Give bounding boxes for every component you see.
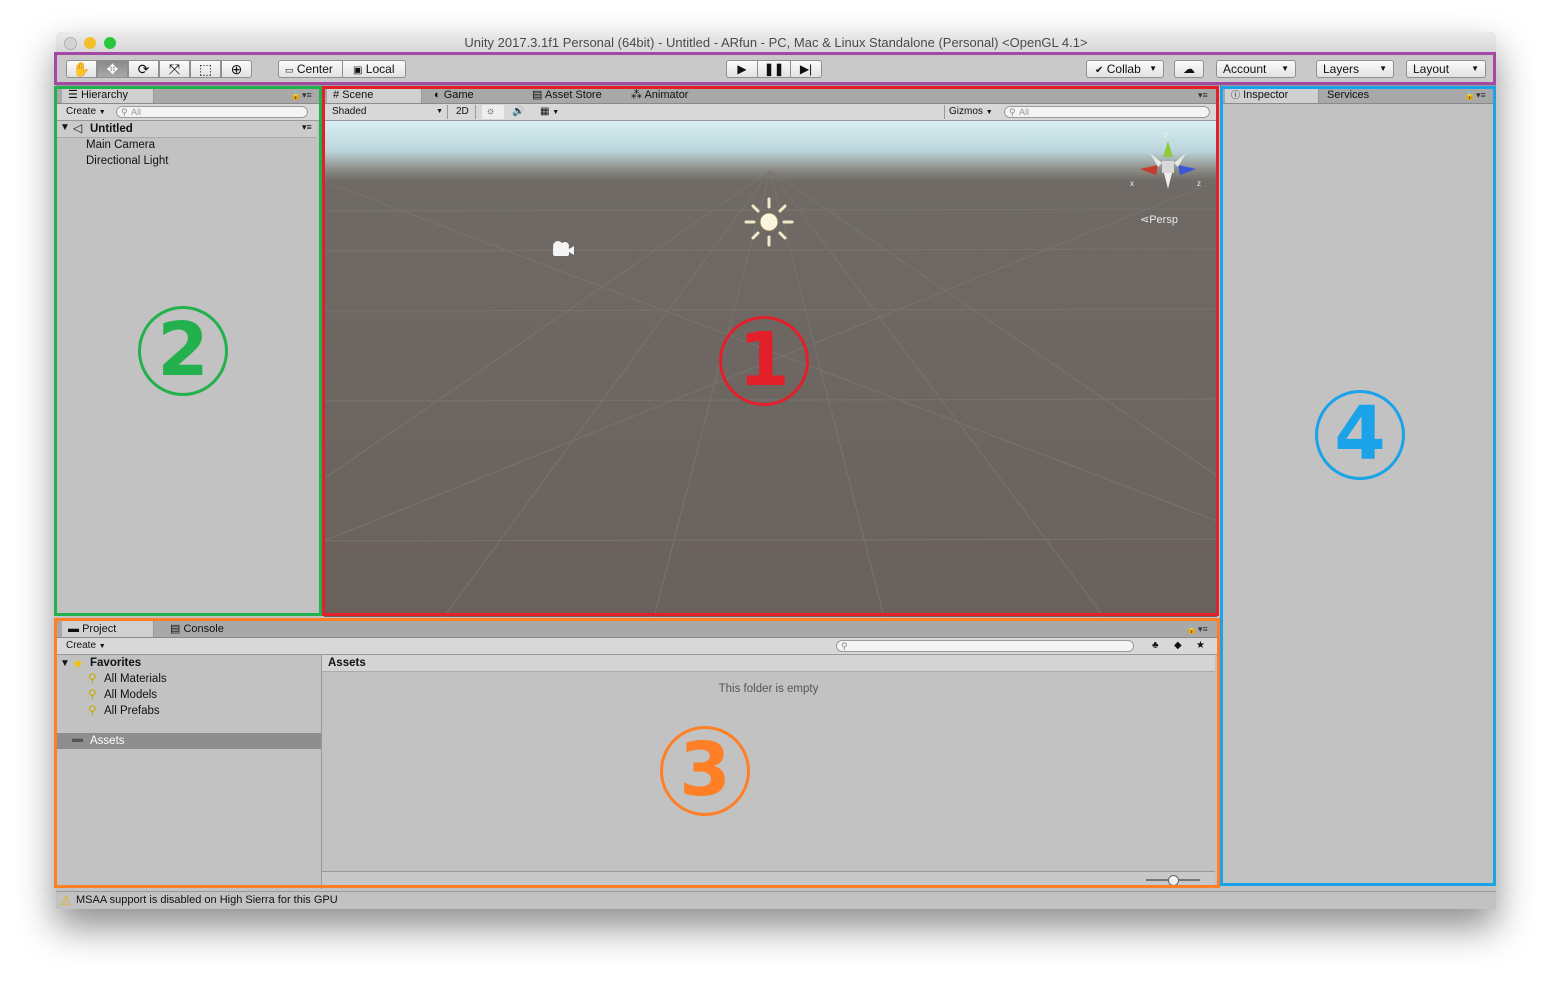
project-region-highlight <box>54 618 1220 888</box>
inspector-region-highlight <box>1220 86 1496 886</box>
annotation-number-3: 3 <box>660 726 750 816</box>
annotation-number-1: 1 <box>719 316 809 406</box>
close-window-button[interactable] <box>64 37 77 50</box>
status-message: MSAA support is disabled on High Sierra … <box>76 894 338 906</box>
window-title: Unity 2017.3.1f1 Personal (64bit) - Unti… <box>464 35 1088 50</box>
toolbar-region-highlight <box>54 52 1496 85</box>
warning-icon: ⚠ <box>60 893 72 908</box>
maximize-window-button[interactable] <box>104 37 116 49</box>
annotation-number-4: 4 <box>1315 390 1405 480</box>
annotation-number-2: 2 <box>138 306 228 396</box>
minimize-window-button[interactable] <box>84 37 96 49</box>
status-bar[interactable]: ⚠ MSAA support is disabled on High Sierr… <box>56 891 1496 909</box>
